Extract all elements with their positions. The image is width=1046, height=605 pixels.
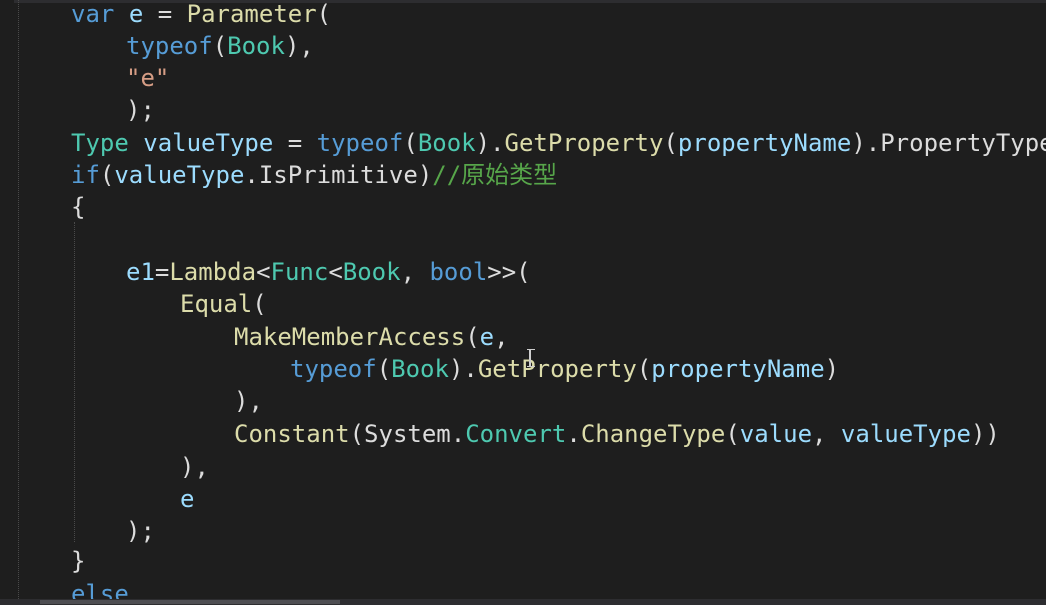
code-token: ). xyxy=(851,129,881,157)
code-token: Equal xyxy=(180,290,253,318)
code-line[interactable]: Type valueType = typeof(Book).GetPropert… xyxy=(71,127,1046,159)
code-token: . xyxy=(566,420,581,448)
code-line[interactable]: ), xyxy=(180,451,209,483)
code-token: ), xyxy=(234,387,263,415)
code-token: < xyxy=(256,258,271,286)
code-token: >>( xyxy=(487,258,531,286)
text-cursor-icon xyxy=(527,349,535,367)
code-line[interactable]: ); xyxy=(126,515,155,547)
code-token: ) xyxy=(824,355,840,383)
code-line[interactable]: if(valueType.IsPrimitive)//原始类型 xyxy=(71,159,557,191)
code-line[interactable]: { xyxy=(71,191,85,223)
code-token: ); xyxy=(126,96,155,124)
code-token: Book xyxy=(417,129,476,157)
code-token: Type xyxy=(71,129,129,157)
code-token: ), xyxy=(284,32,314,60)
code-token: Book xyxy=(391,355,449,383)
code-editor[interactable]: var e = Parameter(typeof(Book), "e"); Type… xyxy=(0,0,1046,605)
code-token: ). xyxy=(448,355,478,383)
code-token: typeof xyxy=(126,32,213,60)
code-line[interactable]: Constant(System.Convert.ChangeType(value… xyxy=(234,418,1000,450)
code-token: value xyxy=(739,420,813,448)
code-token: ( xyxy=(376,355,392,383)
code-token: Book xyxy=(227,32,285,60)
horizontal-scrollbar[interactable] xyxy=(0,599,1046,605)
code-token: PropertyType; xyxy=(880,129,1046,157)
code-token: ( xyxy=(252,290,267,318)
code-line[interactable]: "e" xyxy=(126,62,169,94)
code-line[interactable]: Equal( xyxy=(180,288,267,320)
code-token: ChangeType xyxy=(580,420,726,448)
code-token: ( xyxy=(663,129,678,157)
code-token: GetProperty xyxy=(477,355,637,383)
code-line[interactable]: MakeMemberAccess(e, xyxy=(234,321,509,353)
code-token: = xyxy=(154,258,170,286)
code-line[interactable]: ); xyxy=(126,94,155,126)
code-line[interactable]: } xyxy=(71,545,85,577)
code-line[interactable]: e xyxy=(180,483,194,515)
code-token: < xyxy=(328,258,343,286)
code-token: ( xyxy=(212,32,228,60)
code-token: ) xyxy=(417,161,433,189)
code-token: "e" xyxy=(126,64,170,92)
scrollbar-thumb[interactable] xyxy=(40,600,340,604)
code-token: Constant xyxy=(234,420,350,448)
code-line[interactable]: ), xyxy=(234,385,263,417)
code-token: ), xyxy=(180,453,209,481)
code-token: = xyxy=(273,129,317,157)
code-token: propertyName xyxy=(677,129,852,157)
code-token: } xyxy=(71,547,86,575)
code-token: valueType xyxy=(840,420,971,448)
code-token: MakeMemberAccess xyxy=(234,323,466,351)
code-token: )) xyxy=(970,420,1000,448)
code-token: valueType xyxy=(114,161,245,189)
code-token: ( xyxy=(316,0,332,28)
code-token: typeof xyxy=(316,129,404,157)
code-token: ); xyxy=(126,517,155,545)
code-token: propertyName xyxy=(651,355,825,383)
code-token: Func xyxy=(270,258,329,286)
code-token: valueType xyxy=(143,129,274,157)
code-token: ( xyxy=(403,129,418,157)
code-token: IsPrimitive xyxy=(258,161,418,189)
code-token: if xyxy=(71,161,100,189)
code-token: e xyxy=(128,0,144,28)
code-token: , xyxy=(400,258,430,286)
code-line[interactable]: typeof(Book).GetProperty(propertyName) xyxy=(290,353,839,385)
code-token: { xyxy=(71,193,86,221)
code-token: e xyxy=(180,485,195,513)
code-token: Lambda xyxy=(169,258,257,286)
code-token: ( xyxy=(349,420,365,448)
code-token: = xyxy=(143,0,187,28)
code-token: ( xyxy=(725,420,740,448)
code-token: . xyxy=(244,161,259,189)
code-token: e xyxy=(479,323,495,351)
code-token: ( xyxy=(636,355,652,383)
code-line[interactable]: e1=Lambda<Func<Book, bool>>( xyxy=(126,256,531,288)
code-token: var xyxy=(71,0,115,28)
code-line[interactable]: var e = Parameter( xyxy=(71,0,331,30)
code-token: Book xyxy=(342,258,401,286)
code-line[interactable]: typeof(Book), xyxy=(126,30,314,62)
code-token: System. xyxy=(364,420,466,448)
code-token: typeof xyxy=(290,355,377,383)
code-token: ( xyxy=(99,161,115,189)
code-token: GetProperty xyxy=(504,129,664,157)
code-token: ( xyxy=(465,323,480,351)
code-token: bool xyxy=(429,258,488,286)
code-token: Convert xyxy=(465,420,567,448)
code-token: e1 xyxy=(126,258,155,286)
code-area[interactable]: var e = Parameter(typeof(Book), "e"); Type… xyxy=(0,0,1046,605)
code-token: , xyxy=(812,420,841,448)
code-token: , xyxy=(494,323,509,351)
code-token: Parameter xyxy=(186,0,317,28)
code-token: //原始类型 xyxy=(432,161,558,189)
code-token: ). xyxy=(475,129,505,157)
